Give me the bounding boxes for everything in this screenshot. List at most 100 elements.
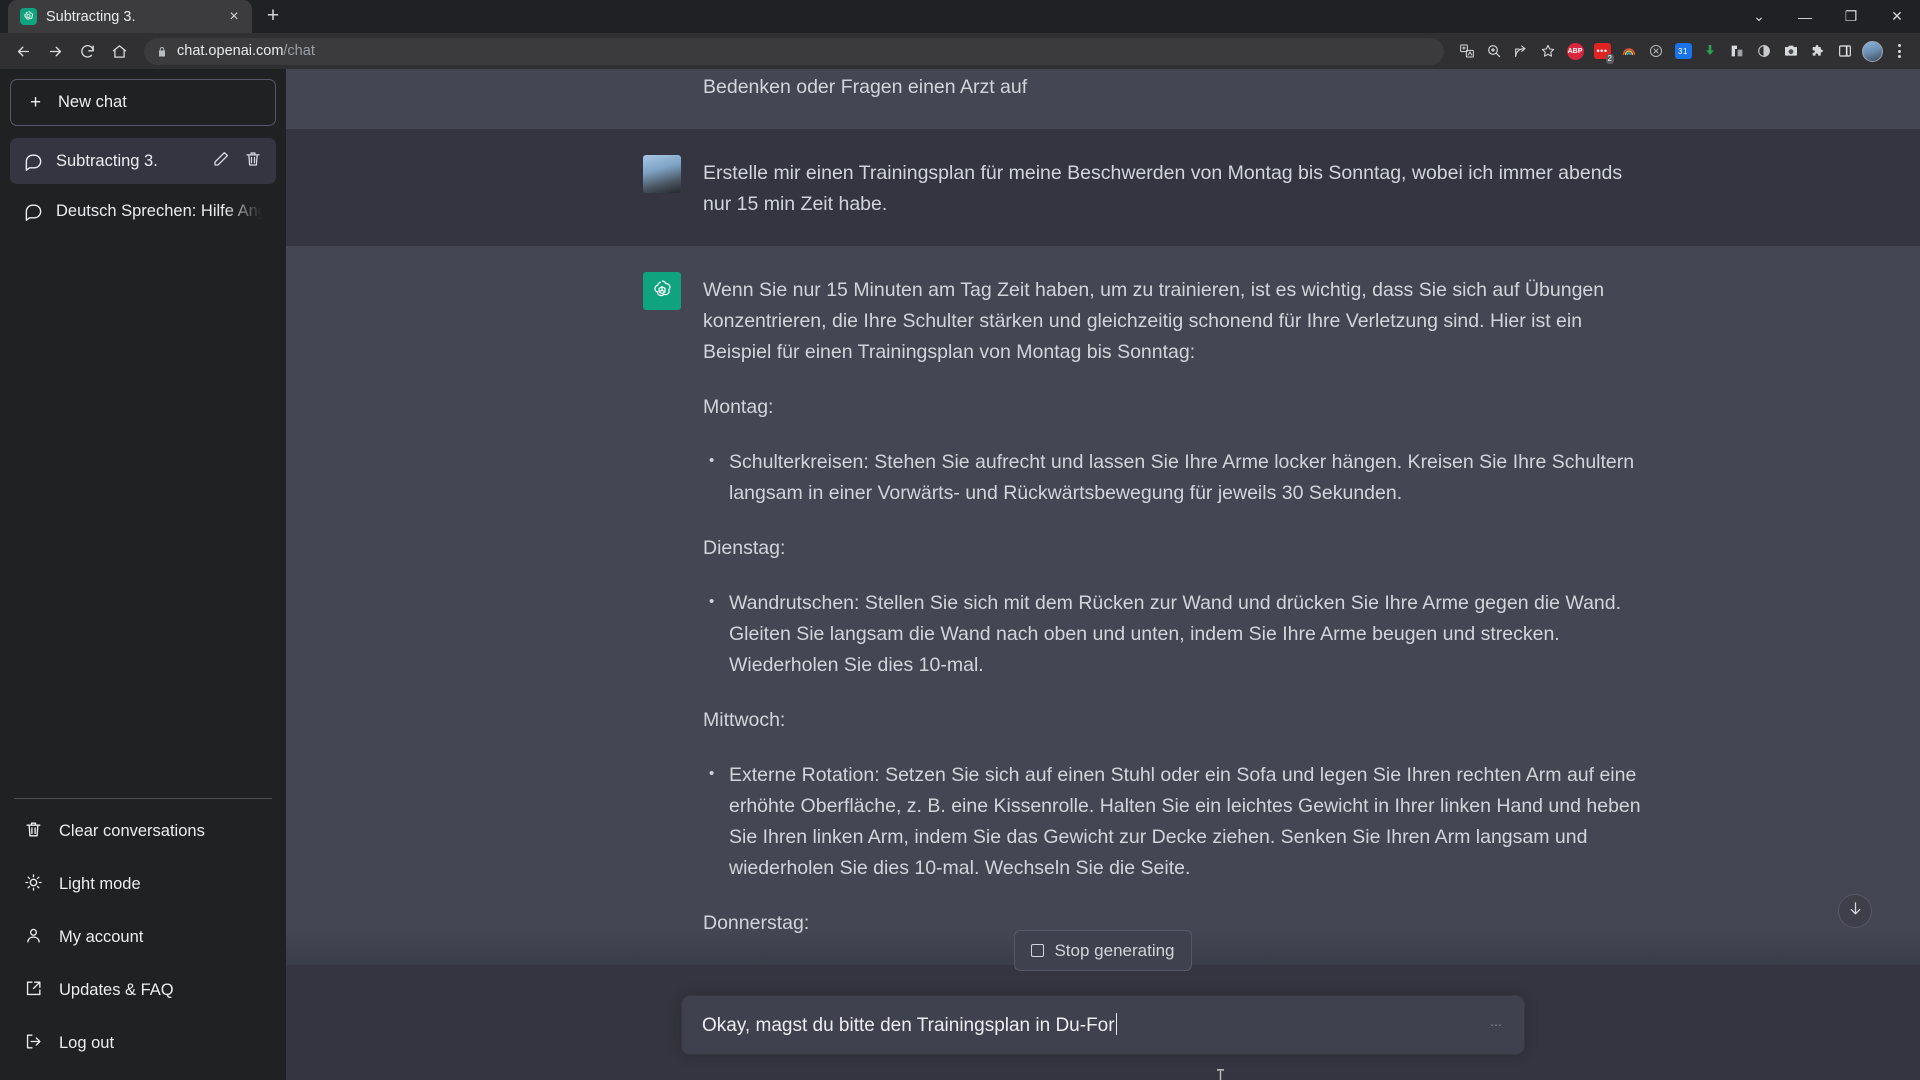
message-content: Wenn Sie nur 15 Minuten am Tag Zeit habe… xyxy=(703,272,1643,939)
home-icon[interactable] xyxy=(104,36,134,66)
message-content: Bedenken oder Fragen einen Arzt auf xyxy=(703,69,1643,107)
list-item: Externe Rotation: Setzen Sie sich auf ei… xyxy=(709,758,1643,884)
window-close-icon[interactable]: ✕ xyxy=(1874,0,1920,33)
extension-red-icon[interactable]: ••• 2 xyxy=(1589,38,1615,64)
forward-icon[interactable] xyxy=(40,36,70,66)
assistant-message: Wenn Sie nur 15 Minuten am Tag Zeit habe… xyxy=(286,246,1920,965)
maximize-icon[interactable]: ❐ xyxy=(1828,0,1874,33)
sidebar-item-label: Light mode xyxy=(59,875,141,893)
new-chat-button[interactable]: + New chat xyxy=(10,79,276,126)
send-icon[interactable]: ⋯ xyxy=(1490,1018,1504,1032)
lock-icon xyxy=(156,45,168,57)
chat-scroll-area[interactable]: Bedenken oder Fragen einen Arzt auf Erst… xyxy=(286,69,1920,1080)
web-page: + New chat Subtracting 3. Deutsch Sprech… xyxy=(0,69,1920,1080)
message-input-box[interactable]: Okay, magst du bitte den Trainingsplan i… xyxy=(682,996,1524,1054)
message-input-value: Okay, magst du bitte den Trainingsplan i… xyxy=(702,1015,1115,1036)
sidebar-item-updates-faq[interactable]: Updates & FAQ xyxy=(10,964,276,1017)
conversation-actions xyxy=(212,150,262,173)
previous-message-tail: Bedenken oder Fragen einen Arzt auf xyxy=(286,69,1920,129)
chat-bubble-icon xyxy=(24,152,43,171)
stop-square-icon xyxy=(1031,944,1045,957)
url-text: chat.openai.com/chat xyxy=(177,43,315,59)
conversation-list: Subtracting 3. Deutsch Sprechen: Hilfe A… xyxy=(10,138,276,234)
message-input-text[interactable]: Okay, magst du bitte den Trainingsplan i… xyxy=(702,1013,1490,1037)
puzzle-extensions-icon[interactable] xyxy=(1805,38,1831,64)
user-icon xyxy=(24,926,43,950)
chatgpt-sidebar: + New chat Subtracting 3. Deutsch Sprech… xyxy=(0,69,286,1080)
conversation-item-active[interactable]: Subtracting 3. xyxy=(10,138,276,184)
browser-tab[interactable]: Subtracting 3. × xyxy=(8,0,252,33)
window-controls: ⌄ — ❐ ✕ xyxy=(1736,0,1920,33)
reload-icon[interactable] xyxy=(72,36,102,66)
back-icon[interactable] xyxy=(8,36,38,66)
screenshot-camera-icon[interactable] xyxy=(1778,38,1804,64)
user-message: Erstelle mir einen Trainingsplan für mei… xyxy=(286,129,1920,246)
tab-title: Subtracting 3. xyxy=(46,8,136,25)
day-heading-mittwoch: Mittwoch: xyxy=(703,709,786,731)
scroll-to-bottom-button[interactable] xyxy=(1838,894,1872,928)
address-bar[interactable]: chat.openai.com/chat xyxy=(144,37,1444,65)
chatgpt-logo-avatar xyxy=(643,272,681,310)
sidebar-item-label: Updates & FAQ xyxy=(59,981,174,999)
sidebar-item-label: My account xyxy=(59,928,144,946)
day-list-montag: Schulterkreisen: Stehen Sie aufrecht und… xyxy=(703,445,1643,509)
avatar xyxy=(1861,40,1883,62)
stop-generating-button[interactable]: Stop generating xyxy=(1014,930,1192,971)
plus-icon: + xyxy=(29,92,42,113)
profile-avatar-icon[interactable] xyxy=(1859,38,1885,64)
new-tab-button[interactable]: + xyxy=(258,1,288,31)
tab-strip: Subtracting 3. × + ⌄ — ❐ ✕ xyxy=(0,0,1920,33)
pencil-icon[interactable] xyxy=(212,150,230,173)
sidebar-item-my-account[interactable]: My account xyxy=(10,911,276,964)
browser-window: Subtracting 3. × + ⌄ — ❐ ✕ chat.openai.c… xyxy=(0,0,1920,1080)
sun-icon xyxy=(24,873,43,897)
conversation-item[interactable]: Deutsch Sprechen: Hilfe Angeb xyxy=(10,188,276,234)
zoom-search-icon[interactable] xyxy=(1481,38,1507,64)
url-path: /chat xyxy=(283,43,315,59)
conversation-title: Deutsch Sprechen: Hilfe Angeb xyxy=(56,201,262,220)
extension-icon-row: ABP ••• 2 31 xyxy=(1454,38,1912,64)
external-link-icon xyxy=(24,979,43,1003)
day-heading-dienstag: Dienstag: xyxy=(703,537,786,559)
bookmark-star-icon[interactable] xyxy=(1535,38,1561,64)
list-item: Schulterkreisen: Stehen Sie aufrecht und… xyxy=(709,445,1643,509)
chrome-menu-kebab-icon[interactable] xyxy=(1886,38,1912,64)
blue-id-label: 31 xyxy=(1674,43,1692,59)
share-icon[interactable] xyxy=(1508,38,1534,64)
trash-icon xyxy=(24,820,43,844)
sidebar-divider xyxy=(14,798,272,799)
wrench-gear-icon[interactable] xyxy=(1643,38,1669,64)
trash-icon[interactable] xyxy=(244,150,262,173)
stop-generating-label: Stop generating xyxy=(1054,940,1175,960)
user-photo-avatar xyxy=(643,155,681,193)
tab-manager-icon[interactable] xyxy=(1724,38,1750,64)
extension-badge-count: 2 xyxy=(1605,54,1614,64)
sidebar-item-log-out[interactable]: Log out xyxy=(10,1017,276,1070)
adblock-plus-icon[interactable]: ABP xyxy=(1562,38,1588,64)
side-panel-icon[interactable] xyxy=(1832,38,1858,64)
message-content: Erstelle mir einen Trainingsplan für mei… xyxy=(703,155,1643,220)
rainbow-arc-icon[interactable] xyxy=(1616,38,1642,64)
assistant-intro: Wenn Sie nur 15 Minuten am Tag Zeit habe… xyxy=(703,279,1605,363)
adblock-badge: ABP xyxy=(1566,42,1584,60)
minimize-icon[interactable]: — xyxy=(1782,0,1828,33)
text-caret xyxy=(1115,1013,1118,1035)
chevron-down-icon[interactable]: ⌄ xyxy=(1736,0,1782,33)
chat-main: Bedenken oder Fragen einen Arzt auf Erst… xyxy=(286,69,1920,1080)
day-list-mittwoch: Externe Rotation: Setzen Sie sich auf ei… xyxy=(703,758,1643,884)
sidebar-item-light-mode[interactable]: Light mode xyxy=(10,858,276,911)
sidebar-item-clear-conversations[interactable]: Clear conversations xyxy=(10,805,276,858)
url-domain: chat.openai.com xyxy=(177,43,284,59)
day-list-dienstag: Wandrutschen: Stellen Sie sich mit dem R… xyxy=(703,586,1643,681)
translate-icon[interactable] xyxy=(1454,38,1480,64)
logout-icon xyxy=(24,1032,43,1056)
download-arrow-icon[interactable] xyxy=(1697,38,1723,64)
conversation-title: Subtracting 3. xyxy=(56,151,158,170)
message-paragraph: Erstelle mir einen Trainingsplan für mei… xyxy=(703,162,1623,215)
close-icon[interactable]: × xyxy=(224,7,244,27)
contrast-icon[interactable] xyxy=(1751,38,1777,64)
blue-id-icon[interactable]: 31 xyxy=(1670,38,1696,64)
openai-logo-icon xyxy=(20,8,37,25)
browser-toolbar: chat.openai.com/chat ABP ••• 2 31 xyxy=(0,33,1920,69)
